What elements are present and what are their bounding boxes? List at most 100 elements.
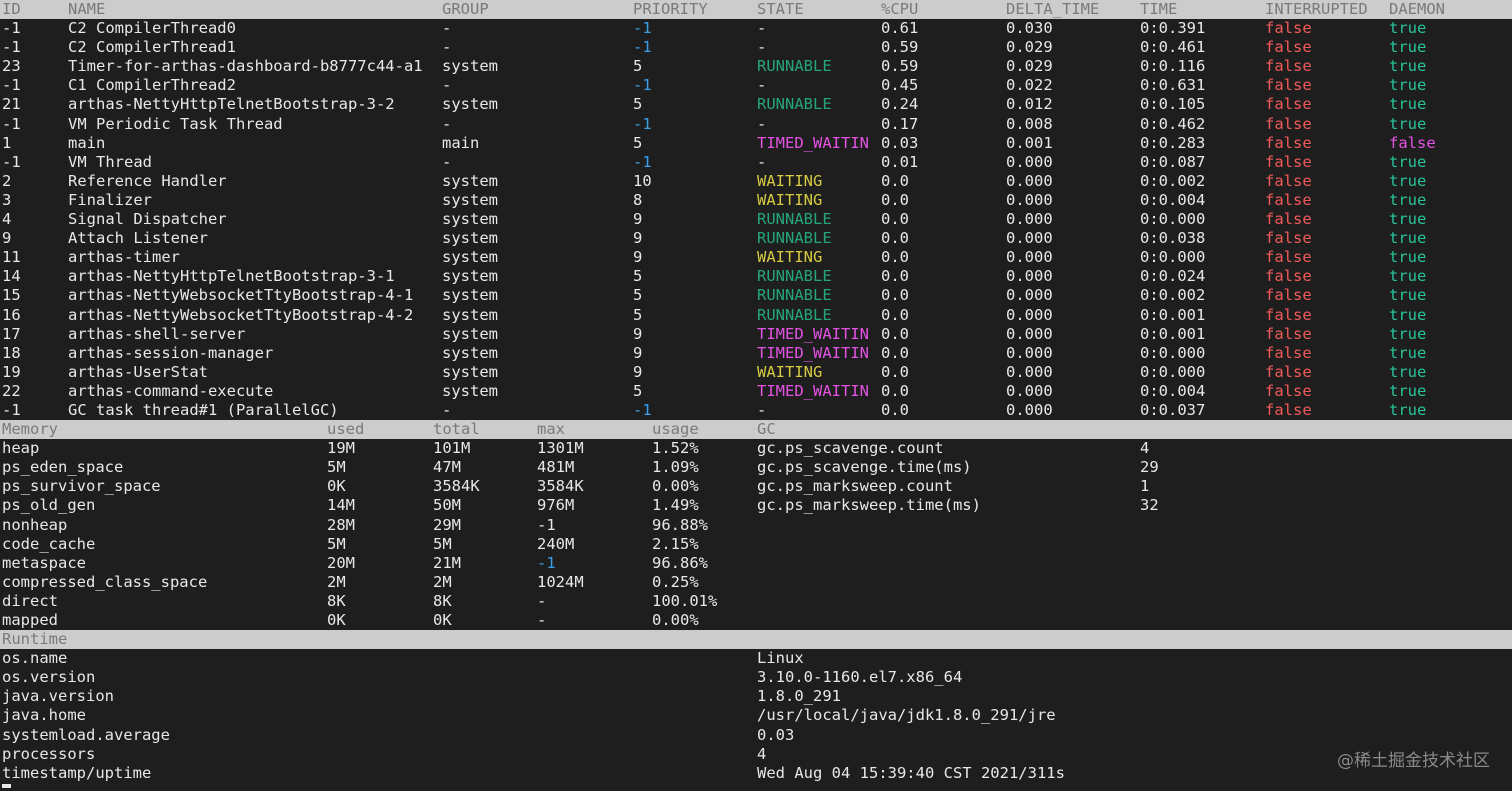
thread-interrupted: false — [1265, 76, 1312, 95]
thread-row: 14 arthas-NettyHttpTelnetBootstrap-3-1 sys… — [0, 267, 1512, 286]
thread-group: system — [442, 286, 498, 305]
thread-name: Timer-for-arthas-dashboard-b8777c44-a1 — [68, 57, 423, 76]
thread-cpu: 0.0 — [881, 267, 909, 286]
thread-group: system — [442, 229, 498, 248]
thread-group: system — [442, 362, 498, 381]
thread-interrupted: false — [1265, 362, 1312, 381]
thread-daemon: true — [1389, 362, 1427, 381]
thread-id: 16 — [2, 305, 21, 324]
thread-row: 23 Timer-for-arthas-dashboard-b8777c44-a1… — [0, 57, 1512, 76]
thread-group: system — [442, 343, 498, 362]
memory-row: mapped 0K 0K - 0.00% — [0, 611, 1512, 630]
thread-time: 0:0.461 — [1140, 38, 1206, 57]
thread-delta: 0.000 — [1006, 267, 1053, 286]
thread-row: -1 VM Periodic Task Thread - -1 - 0.17 0.008 0:… — [0, 115, 1512, 134]
terminal: ID NAME GROUP PRIORITY STATE %CPU DELTA_TIME TI… — [0, 0, 1512, 783]
thread-priority: -1 — [633, 76, 652, 95]
thread-state: - — [757, 152, 767, 171]
memory-max: 976M — [537, 496, 575, 515]
memory-name: heap — [2, 439, 40, 458]
thread-cpu: 0.17 — [881, 114, 919, 133]
memory-total: 8K — [433, 591, 452, 610]
thread-cpu: 0.0 — [881, 305, 909, 324]
memory-row: heap 19M 101M 1301M 1.52% gc.ps_scavenge.coun… — [0, 439, 1512, 458]
runtime-row: systemload.average 0.03 — [0, 726, 1512, 745]
thread-interrupted: false — [1265, 305, 1312, 324]
thread-cpu: 0.0 — [881, 362, 909, 381]
thread-row: 3 Finalizer system 8 WAITING 0.0 0.000 0:0.004 f… — [0, 191, 1512, 210]
thread-cpu: 0.0 — [881, 171, 909, 190]
thread-priority: 9 — [633, 248, 643, 267]
thread-interrupted: false — [1265, 400, 1312, 419]
memory-used: 19M — [327, 439, 355, 458]
thread-row: 19 arthas-UserStat system 9 WAITING 0.0 0.000 0… — [0, 363, 1512, 382]
header-cell: usage — [652, 420, 699, 439]
memory-total: 21M — [433, 553, 461, 572]
thread-interrupted: false — [1265, 286, 1312, 305]
thread-interrupted: false — [1265, 38, 1312, 57]
thread-delta: 0.000 — [1006, 152, 1053, 171]
thread-id: 17 — [2, 324, 21, 343]
memory-name: mapped — [2, 611, 58, 629]
thread-daemon: true — [1389, 381, 1427, 400]
thread-group: system — [442, 210, 498, 229]
thread-name: main — [68, 133, 106, 152]
thread-group: system — [442, 267, 498, 286]
thread-id: 3 — [2, 190, 12, 209]
memory-gc_key: gc.ps_scavenge.time(ms) — [757, 458, 972, 477]
thread-state: RUNNABLE — [757, 286, 832, 305]
memory-max: 3584K — [537, 477, 584, 496]
thread-group: system — [442, 171, 498, 190]
memory-row: direct 8K 8K - 100.01% — [0, 592, 1512, 611]
thread-table-header: ID NAME GROUP PRIORITY STATE %CPU DELTA_TIME TI… — [0, 0, 1512, 20]
thread-group: system — [442, 305, 498, 324]
header-cell: STATE — [757, 0, 804, 18]
memory-gc_val: 4 — [1140, 439, 1150, 458]
thread-name: arthas-session-manager — [68, 343, 274, 362]
thread-daemon: true — [1389, 57, 1427, 76]
header-cell: max — [537, 420, 565, 439]
thread-cpu: 0.0 — [881, 400, 909, 419]
memory-used: 8K — [327, 591, 346, 610]
thread-priority: 9 — [633, 210, 643, 229]
memory-used: 2M — [327, 572, 346, 591]
thread-time: 0:0.116 — [1140, 57, 1206, 76]
thread-row: 22 arthas-command-execute system 5 TIMED_WAI… — [0, 382, 1512, 401]
thread-priority: 5 — [633, 286, 643, 305]
thread-priority: 9 — [633, 362, 643, 381]
thread-daemon: true — [1389, 248, 1427, 267]
header-cell: GROUP — [442, 0, 489, 18]
memory-usage: 0.00% — [652, 611, 699, 629]
memory-total: 5M — [433, 534, 452, 553]
thread-time: 0:0.391 — [1140, 19, 1206, 38]
thread-daemon: true — [1389, 114, 1427, 133]
thread-name: arthas-NettyHttpTelnetBootstrap-3-1 — [68, 267, 395, 286]
thread-id: -1 — [2, 400, 21, 419]
thread-group: system — [442, 324, 498, 343]
thread-cpu: 0.0 — [881, 381, 909, 400]
thread-row: 21 arthas-NettyHttpTelnetBootstrap-3-2 sys… — [0, 95, 1512, 114]
memory-usage: 96.86% — [652, 553, 708, 572]
thread-state: - — [757, 400, 767, 419]
thread-time: 0:0.002 — [1140, 171, 1206, 190]
thread-delta: 0.000 — [1006, 324, 1053, 343]
thread-id: 21 — [2, 95, 21, 114]
thread-delta: 0.000 — [1006, 381, 1053, 400]
thread-delta: 0.030 — [1006, 19, 1053, 38]
thread-interrupted: false — [1265, 343, 1312, 362]
header-cell: DAEMON — [1389, 0, 1445, 18]
thread-cpu: 0.0 — [881, 324, 909, 343]
thread-name: Signal Dispatcher — [68, 210, 227, 229]
thread-daemon: true — [1389, 19, 1427, 38]
memory-total: 0K — [433, 611, 452, 629]
thread-time: 0:0.038 — [1140, 229, 1206, 248]
memory-usage: 1.09% — [652, 458, 699, 477]
thread-row: 1 main main 5 TIMED_WAITIN 0.03 0.001 0:0.283 fa… — [0, 134, 1512, 153]
thread-daemon: true — [1389, 286, 1427, 305]
memory-max: - — [537, 611, 547, 629]
thread-state: - — [757, 38, 767, 57]
memory-usage: 2.15% — [652, 534, 699, 553]
memory-usage: 96.88% — [652, 515, 708, 534]
watermark: @稀土掘金技术社区 — [1337, 751, 1490, 771]
memory-usage: 1.52% — [652, 439, 699, 458]
